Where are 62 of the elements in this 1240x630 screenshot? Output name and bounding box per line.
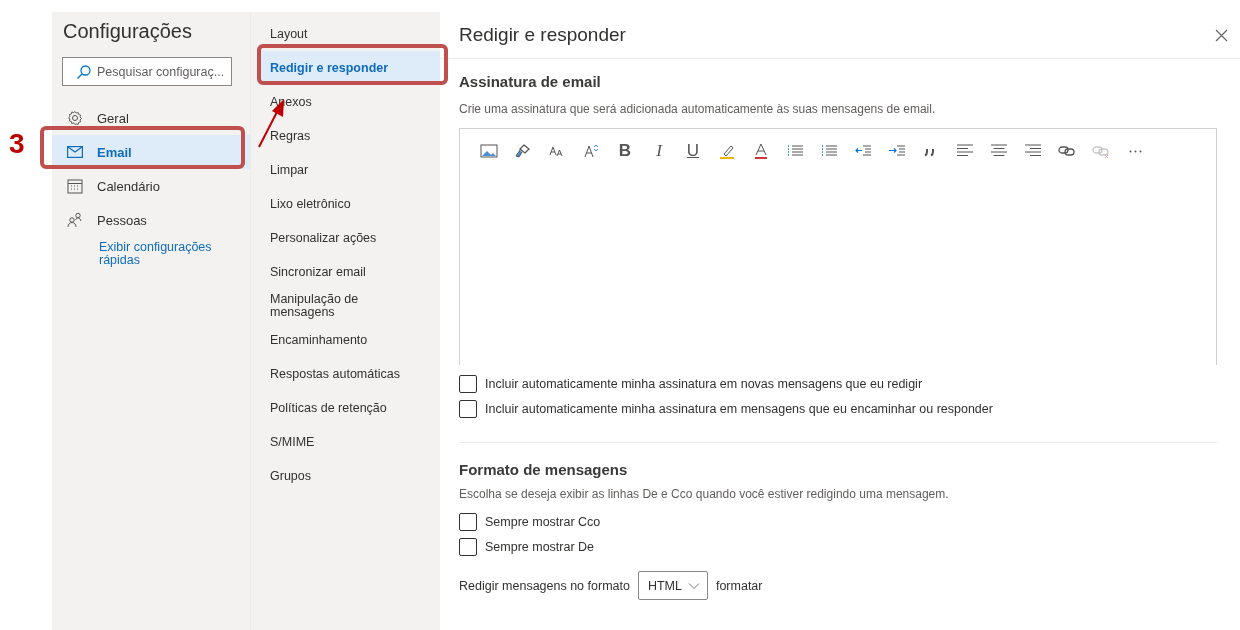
checkbox-label: Incluir automaticamente minha assinatura em novas mensagens que eu redigir [485, 377, 923, 391]
checkbox-label: Incluir automaticamente minha assinatura em mensagens que eu encaminhar ou responder [485, 402, 993, 416]
format-label: Redigir mensagens no formato [459, 578, 630, 593]
settings-title: Configurações [62, 20, 193, 43]
checkbox-label: Sempre mostrar Cco [485, 515, 601, 529]
nav-item[interactable]: Respostas automáticas [251, 357, 440, 391]
unlink-icon [1092, 143, 1110, 159]
checkbox-label: Sempre mostrar De [485, 540, 595, 554]
fontcolor-icon [752, 143, 770, 159]
nav-item[interactable]: Lixo eletrônico [251, 187, 440, 221]
section-heading: Assinatura de email [459, 73, 602, 90]
nav-item[interactable]: Personalizar ações [251, 221, 440, 255]
format-suffix: formatar [715, 578, 763, 593]
nav-item[interactable]: Grupos [251, 459, 440, 493]
painter-icon [514, 143, 532, 159]
nav-item[interactable]: Geral [52, 101, 250, 135]
center-icon [990, 143, 1008, 159]
grow-icon [582, 143, 600, 159]
nav-item[interactable]: S/MIME [251, 425, 440, 459]
nav-item[interactable]: Calendário [52, 169, 250, 203]
section-description: Escolha se deseja exibir as linhas De e Cco quando você estiver redigindo uma mensagem. [459, 487, 950, 501]
checkbox[interactable] [459, 513, 477, 531]
panel-title: Redigir e responder [459, 24, 626, 46]
gear-icon [67, 110, 83, 126]
bullets-icon [786, 143, 804, 159]
section-heading: Formato de mensagens [459, 461, 629, 478]
underline-button[interactable]: U [681, 141, 705, 161]
link-icon [1058, 143, 1076, 159]
checkbox[interactable] [459, 400, 477, 418]
highlight-icon [718, 143, 736, 159]
search-field[interactable]: Pesquisar configuraç... [62, 57, 232, 86]
bold-button[interactable]: B [613, 141, 637, 161]
nav-item[interactable]: Regras [251, 119, 440, 153]
italic-button[interactable]: I [647, 141, 671, 161]
nav-item[interactable]: Layout [251, 17, 440, 51]
nav-item[interactable]: Limpar [251, 153, 440, 187]
format-dropdown[interactable]: HTML [637, 571, 708, 600]
calendar-icon [67, 178, 83, 194]
quick-settings-link[interactable]: Exibir configurações rápidas [99, 241, 229, 267]
mail-icon [67, 146, 83, 158]
nav-item[interactable]: Políticas de retenção [251, 391, 440, 425]
nav-item[interactable]: Pessoas [52, 203, 250, 237]
nav-item[interactable]: Manipulação de mensagens [251, 289, 440, 323]
image-icon [480, 143, 498, 159]
close-icon[interactable] [1215, 28, 1228, 42]
outdent-icon [854, 143, 872, 159]
search-icon [76, 64, 92, 80]
signature-editor[interactable]: B I U [459, 128, 1217, 365]
people-icon [67, 212, 83, 228]
chevron-down-icon [687, 581, 700, 590]
more-icon [1128, 149, 1142, 153]
nav-item[interactable]: Encaminhamento [251, 323, 440, 357]
image-button[interactable] [477, 141, 501, 161]
left-icon [956, 143, 974, 159]
right-icon [1024, 143, 1042, 159]
section-description: Crie uma assinatura que será adicionada automaticamente às suas mensagens de email. [459, 102, 937, 116]
checkbox[interactable] [459, 538, 477, 556]
indent-icon [888, 143, 906, 159]
checkbox[interactable] [459, 375, 477, 393]
numbering-icon [820, 143, 838, 159]
step-number: 3 [9, 128, 25, 160]
nav-item[interactable]: Sincronizar email [251, 255, 440, 289]
